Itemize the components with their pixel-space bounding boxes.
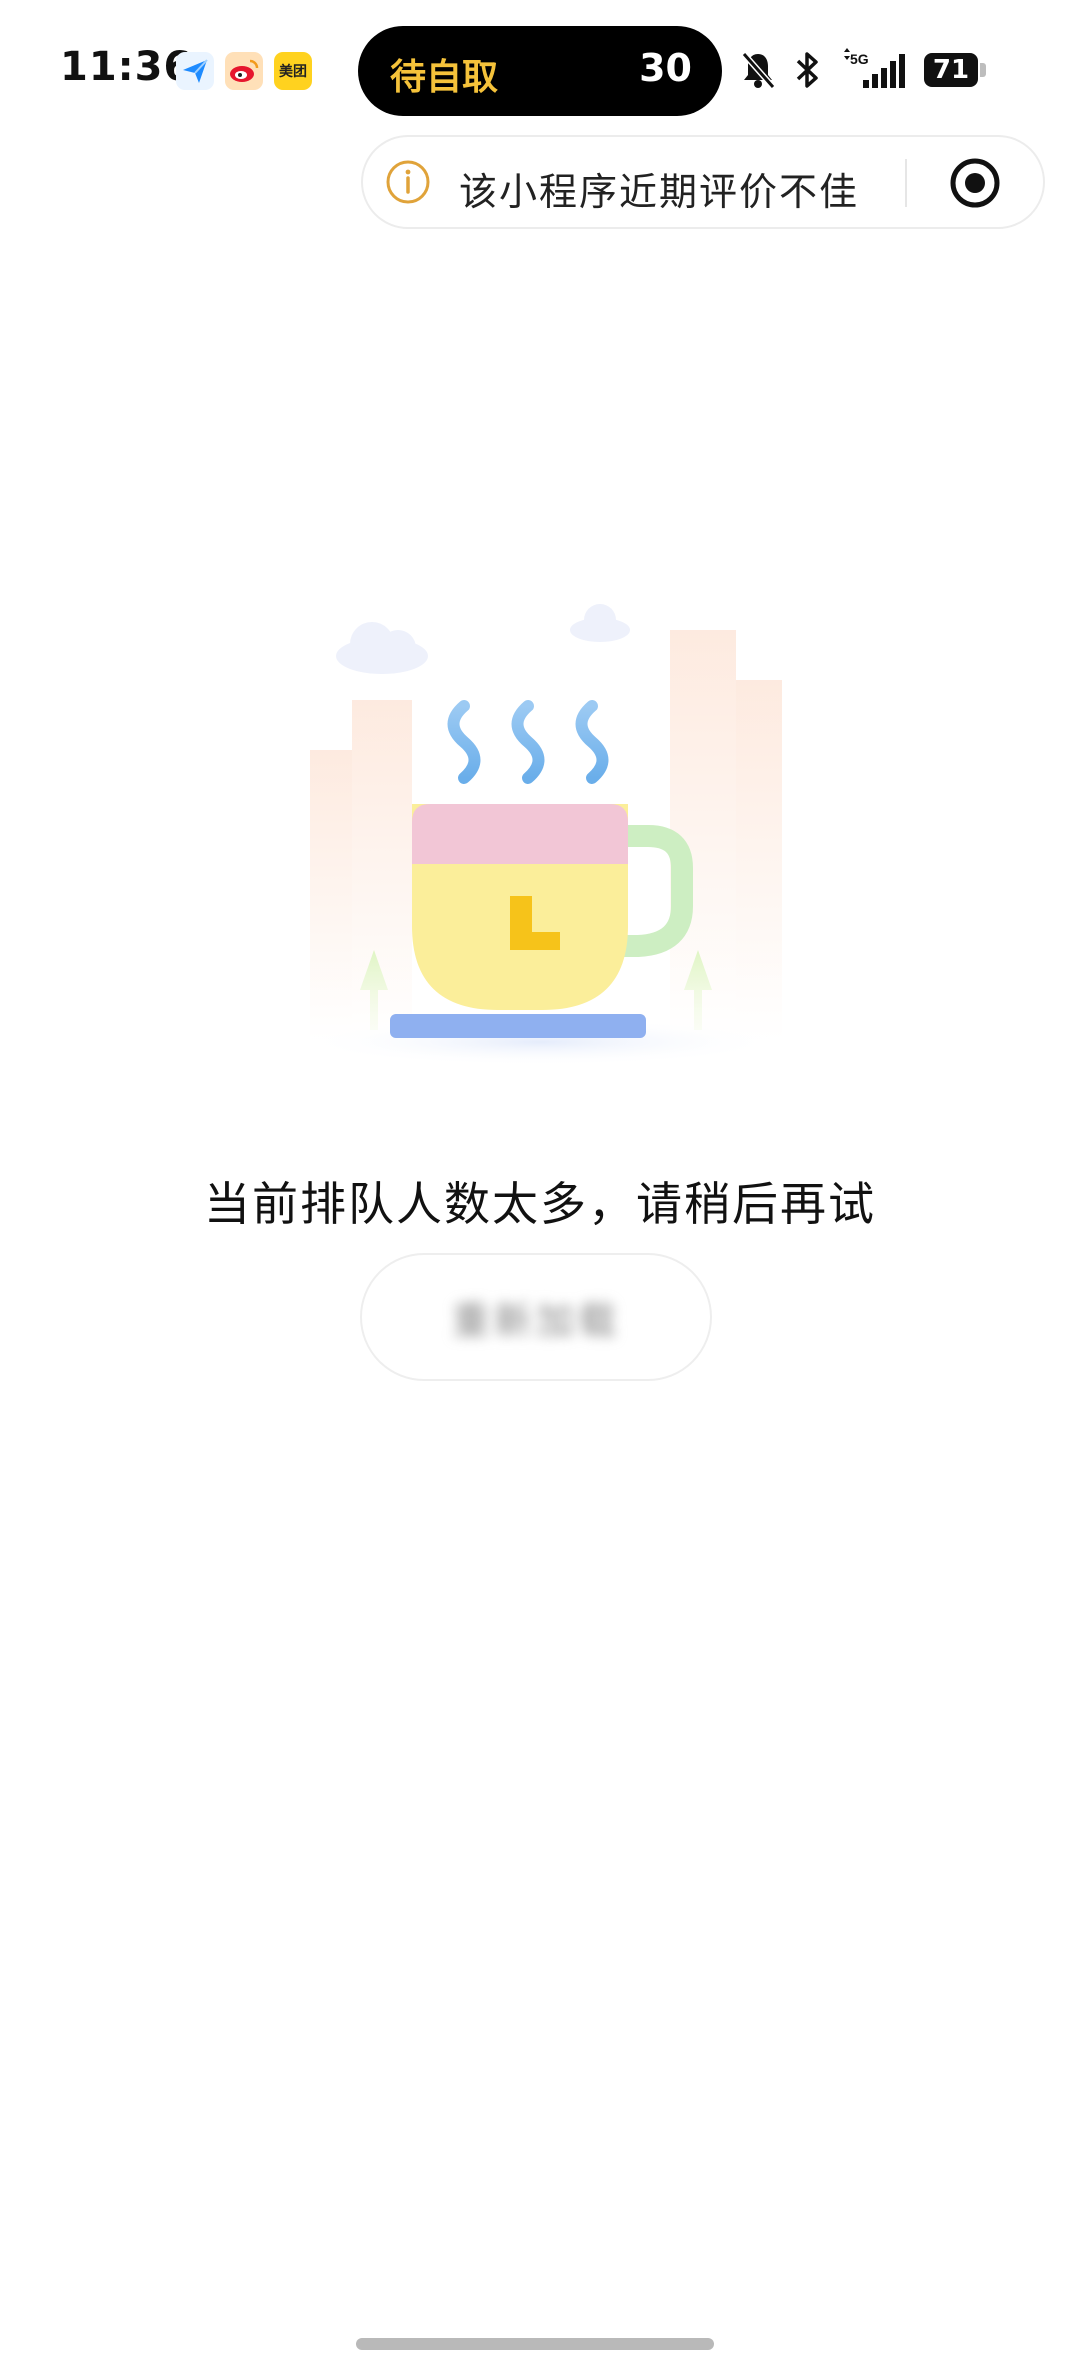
- building-left-low: [310, 750, 352, 1040]
- retry-button-label: 重新加载: [451, 1298, 620, 1343]
- island-order-status: 待自取: [390, 57, 499, 98]
- cup-rim: [412, 804, 628, 864]
- info-icon: [386, 160, 430, 204]
- retry-button[interactable]: 重新加载: [360, 1253, 712, 1381]
- coffee-cup-illustration: [300, 604, 782, 1066]
- bluetooth-icon: [790, 48, 826, 92]
- island-count: 30: [639, 46, 692, 90]
- notice-divider: [905, 159, 907, 207]
- cloud-right: [570, 604, 630, 642]
- saucer: [390, 1014, 646, 1038]
- queue-busy-message: 当前排队人数太多，请稍后再试: [204, 1177, 876, 1231]
- mini-program-notice[interactable]: 该小程序近期评价不佳: [361, 135, 1045, 229]
- close-target-icon[interactable]: [949, 157, 1001, 209]
- cellular-signal-icon: 5G: [842, 48, 906, 92]
- notice-text: 该小程序近期评价不佳: [459, 170, 860, 214]
- signal-label: 5G: [850, 51, 869, 67]
- battery-icon: 71: [918, 48, 986, 92]
- dynamic-island[interactable]: 待自取 30: [358, 26, 722, 116]
- cloud-left: [336, 622, 428, 674]
- battery-level: 71: [932, 55, 970, 85]
- steam: [447, 700, 609, 784]
- status-time: 11:36: [60, 44, 193, 90]
- home-indicator[interactable]: [356, 2338, 714, 2350]
- screen: 11:36 美团 待自取 30 5G 71 该小程序近期评价不佳 当前排队人数太…: [0, 0, 1080, 2373]
- maps-icon: [176, 52, 214, 90]
- building-right-low: [736, 680, 782, 1040]
- meituan-icon-label: 美团: [279, 64, 307, 80]
- weibo-icon: [225, 52, 263, 90]
- cup-handle: [620, 825, 693, 957]
- meituan-icon: 美团: [274, 52, 312, 90]
- bell-muted-icon: [738, 48, 778, 92]
